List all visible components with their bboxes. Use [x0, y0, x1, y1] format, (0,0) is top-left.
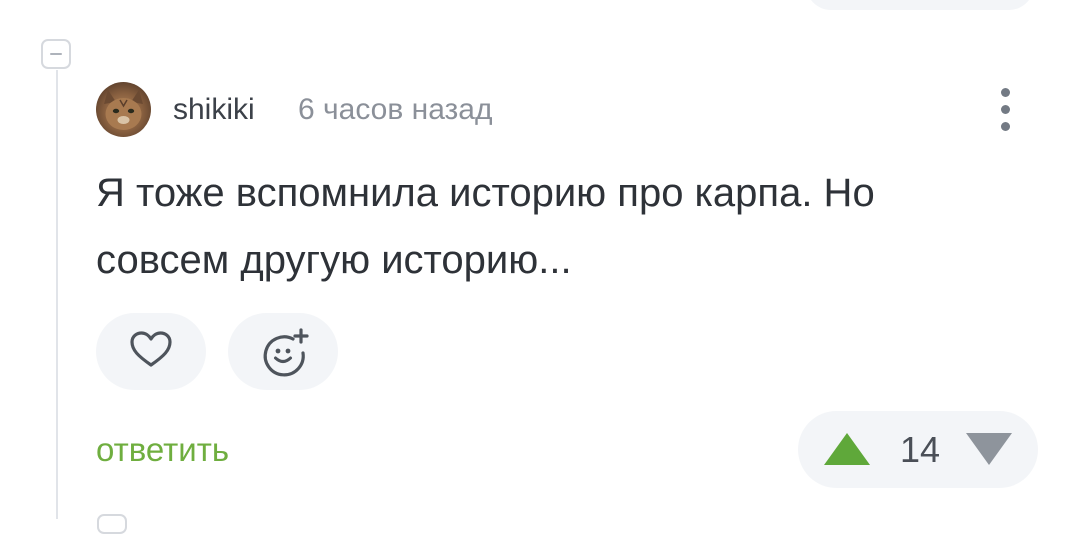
previous-rating-pill: [806, 0, 1034, 10]
comment-author[interactable]: shikiki: [173, 90, 255, 130]
like-reaction-button[interactable]: [96, 313, 206, 390]
vote-down-button[interactable]: [964, 429, 1014, 469]
next-comment-toggle[interactable]: [97, 514, 127, 534]
heart-icon: [130, 331, 172, 367]
avatar[interactable]: [96, 82, 151, 137]
cat-avatar-icon: [104, 90, 143, 130]
comment-text: Я тоже вспомнила историю про карпа. Но с…: [96, 171, 875, 282]
rating-control: 14: [798, 411, 1038, 488]
reply-button[interactable]: ответить: [96, 428, 229, 472]
arrow-down-icon: [966, 433, 1012, 465]
add-emoji-icon: [263, 328, 309, 377]
comment-time: 6 часов назад: [298, 93, 493, 126]
thread-line: [56, 70, 58, 519]
add-reaction-button[interactable]: [228, 313, 338, 390]
vote-up-button[interactable]: [822, 429, 872, 469]
more-options-button[interactable]: [986, 84, 1026, 136]
arrow-up-icon: [824, 433, 870, 465]
rating-value: 14: [899, 429, 941, 470]
more-vertical-icon: [1001, 88, 1010, 97]
collapse-thread-button[interactable]: [41, 39, 71, 69]
